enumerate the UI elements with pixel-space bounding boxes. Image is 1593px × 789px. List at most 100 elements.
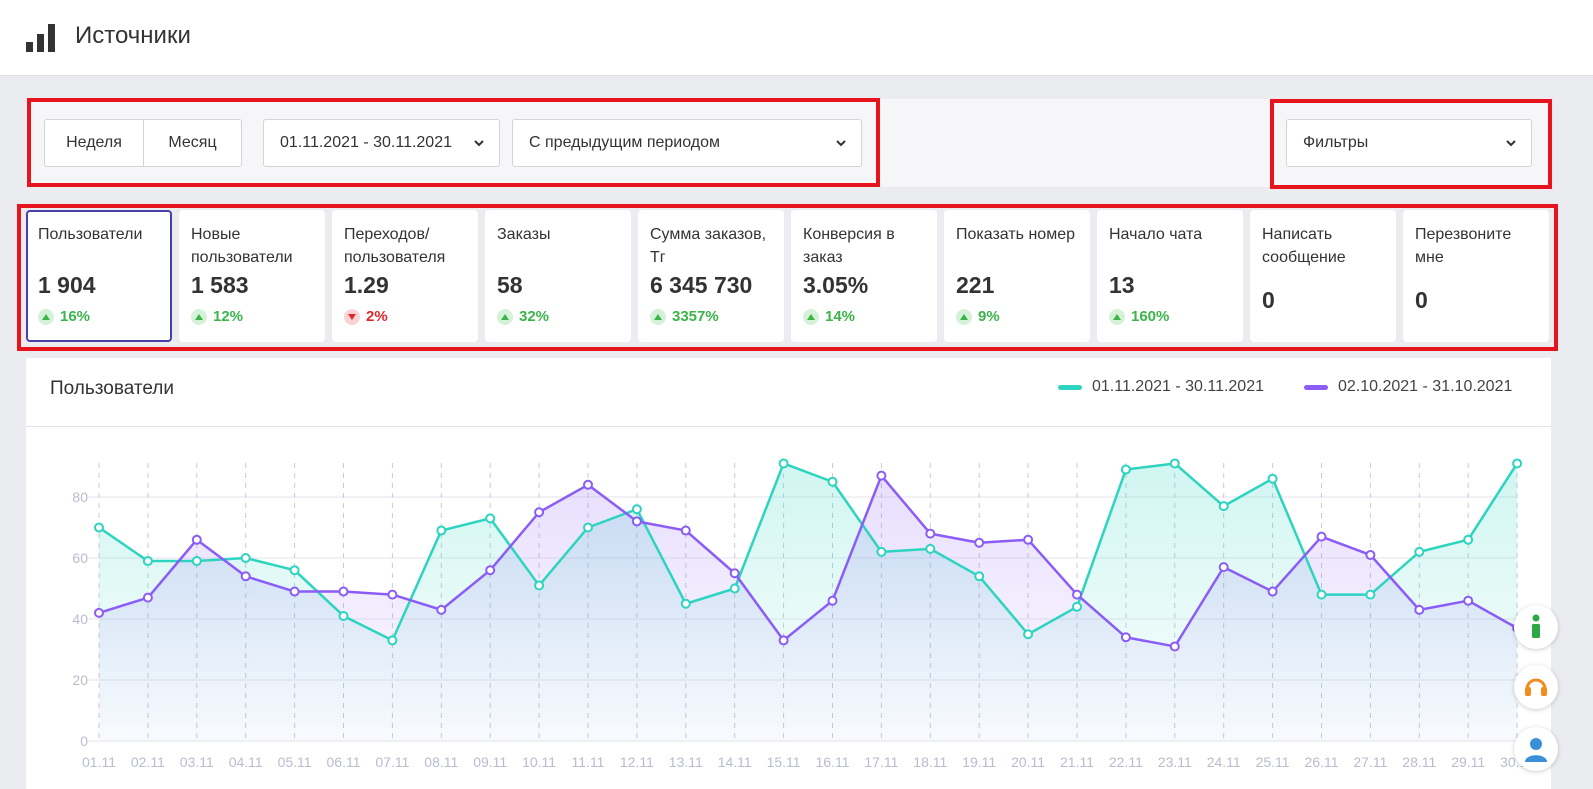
data-point bbox=[1463, 595, 1474, 606]
x-tick-label: 03.11 bbox=[180, 754, 214, 770]
y-tick-label: 40 bbox=[72, 611, 88, 627]
x-tick-label: 18.11 bbox=[913, 754, 947, 770]
data-point bbox=[1267, 586, 1278, 597]
data-point bbox=[729, 568, 740, 579]
trend-up-icon bbox=[191, 308, 207, 325]
legend-label: 02.10.2021 - 31.10.2021 bbox=[1338, 378, 1513, 395]
metric-label: Перезвоните мне bbox=[1415, 226, 1512, 266]
metric-value: 1 904 bbox=[38, 272, 96, 298]
data-point bbox=[1365, 589, 1376, 600]
data-point bbox=[1120, 464, 1131, 475]
data-point bbox=[778, 635, 789, 646]
chevron-down-icon bbox=[474, 140, 484, 147]
data-point bbox=[827, 595, 838, 606]
x-tick-label: 05.11 bbox=[278, 754, 312, 770]
metric-card-users[interactable]: Пользователи 1 904 16% bbox=[26, 210, 172, 342]
metric-label: Переходов/ пользователя bbox=[344, 226, 446, 266]
x-tick-label: 06.11 bbox=[327, 754, 361, 770]
trend-up-icon bbox=[956, 308, 972, 325]
bar-chart-icon bbox=[26, 24, 55, 52]
legend-item-current[interactable]: 01.11.2021 - 30.11.2021 bbox=[1058, 378, 1264, 396]
chevron-down-icon bbox=[1506, 140, 1516, 147]
trend-down-icon bbox=[344, 308, 360, 325]
month-button[interactable]: Месяц bbox=[143, 120, 241, 166]
headset-icon bbox=[1525, 678, 1547, 696]
data-point bbox=[631, 516, 642, 527]
filters-value: Фильтры bbox=[1303, 134, 1369, 151]
data-point bbox=[436, 604, 447, 615]
data-point bbox=[387, 589, 398, 600]
date-range-value: 01.11.2021 - 30.11.2021 bbox=[280, 134, 452, 151]
x-tick-label: 17.11 bbox=[864, 754, 898, 770]
metric-value: 0 bbox=[1415, 287, 1428, 313]
data-point bbox=[94, 522, 104, 533]
data-point bbox=[1267, 473, 1278, 484]
data-point bbox=[1414, 546, 1425, 557]
x-tick-label: 15.11 bbox=[767, 754, 801, 770]
data-point bbox=[1463, 534, 1474, 545]
metric-card-call-back[interactable]: Перезвоните мне 0 bbox=[1403, 210, 1549, 342]
data-point bbox=[289, 586, 300, 597]
data-point bbox=[1072, 601, 1082, 612]
date-range-select[interactable]: 01.11.2021 - 30.11.2021 bbox=[263, 119, 500, 167]
x-tick-label: 25.11 bbox=[1256, 754, 1290, 770]
data-point bbox=[534, 580, 545, 591]
metric-card-conversion[interactable]: Конверсия в заказ 3.05% 14% bbox=[791, 210, 937, 342]
metric-delta: 2% bbox=[344, 308, 466, 325]
metric-delta: 3357% bbox=[650, 308, 772, 325]
y-tick-label: 20 bbox=[72, 672, 88, 688]
data-point bbox=[1414, 604, 1425, 615]
metric-label: Сумма заказов, Тг bbox=[650, 226, 767, 266]
divider bbox=[26, 426, 1551, 427]
trend-up-icon bbox=[497, 308, 513, 325]
metric-card-write-message[interactable]: Написать сообщение 0 bbox=[1250, 210, 1396, 342]
user-icon bbox=[1525, 738, 1547, 762]
x-tick-label: 19.11 bbox=[962, 754, 996, 770]
x-tick-label: 22.11 bbox=[1109, 754, 1143, 770]
metric-card-new-users[interactable]: Новые пользователи 1 583 12% bbox=[179, 210, 325, 342]
period-button-group: Неделя Месяц bbox=[44, 119, 242, 167]
user-button[interactable] bbox=[1514, 727, 1558, 771]
data-point bbox=[583, 479, 593, 490]
data-point bbox=[485, 565, 496, 576]
trend-up-icon bbox=[38, 308, 54, 325]
metric-card-show-number[interactable]: Показать номер 221 9% bbox=[944, 210, 1090, 342]
metric-label: Пользователи bbox=[38, 226, 143, 243]
chart-panel: 0 20 40 60 80 01.11 02.11 03.11 04.11 05.11 06.11 0… bbox=[26, 358, 1551, 789]
data-point bbox=[827, 476, 838, 487]
y-tick-label: 80 bbox=[72, 489, 88, 505]
metric-delta: 32% bbox=[497, 308, 619, 325]
metric-card-order-sum[interactable]: Сумма заказов, Тг 6 345 730 3357% bbox=[638, 210, 784, 342]
data-point bbox=[534, 507, 545, 518]
data-point bbox=[240, 553, 251, 563]
filters-select[interactable]: Фильтры bbox=[1286, 119, 1532, 167]
x-tick-label: 20.11 bbox=[1011, 754, 1045, 770]
metric-value: 1.29 bbox=[344, 272, 389, 298]
metric-card-transitions[interactable]: Переходов/ пользователя 1.29 2% bbox=[332, 210, 478, 342]
metric-card-orders[interactable]: Заказы 58 32% bbox=[485, 210, 631, 342]
data-point bbox=[1316, 589, 1327, 600]
metric-value: 58 bbox=[497, 272, 523, 298]
metric-label: Написать сообщение bbox=[1262, 226, 1346, 266]
data-point bbox=[876, 470, 887, 481]
compare-select[interactable]: С предыдущим периодом bbox=[512, 119, 862, 167]
compare-value: С предыдущим периодом bbox=[529, 134, 721, 151]
data-point bbox=[778, 458, 789, 469]
support-button[interactable] bbox=[1514, 665, 1558, 709]
metric-delta: 14% bbox=[803, 308, 925, 325]
metric-value: 6 345 730 bbox=[650, 272, 753, 298]
x-tick-label: 27.11 bbox=[1353, 754, 1387, 770]
data-point bbox=[142, 592, 153, 603]
x-tick-label: 04.11 bbox=[229, 754, 263, 770]
data-point bbox=[485, 513, 496, 524]
info-button[interactable] bbox=[1514, 605, 1558, 649]
week-button[interactable]: Неделя bbox=[45, 120, 143, 166]
metric-card-chat-start[interactable]: Начало чата 13 160% bbox=[1097, 210, 1243, 342]
legend-swatch bbox=[1058, 384, 1082, 390]
legend-item-previous[interactable]: 02.10.2021 - 31.10.2021 bbox=[1304, 378, 1512, 396]
data-point bbox=[583, 522, 593, 533]
users-line-chart: 0 20 40 60 80 01.11 02.11 03.11 04.11 05.11 06.11 0… bbox=[72, 458, 1534, 770]
data-point bbox=[191, 556, 202, 567]
data-point bbox=[1169, 641, 1180, 652]
data-point bbox=[94, 607, 104, 618]
